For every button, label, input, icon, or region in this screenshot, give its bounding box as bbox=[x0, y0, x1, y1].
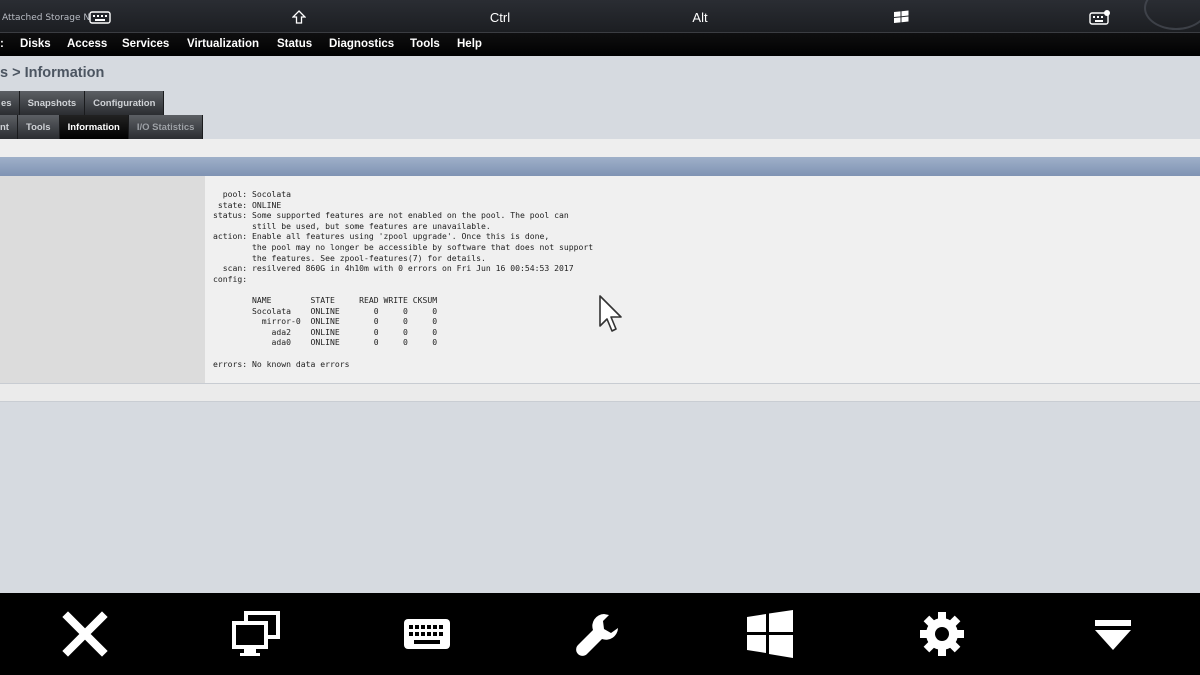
panel-label-column bbox=[0, 176, 205, 383]
tab-partial-es[interactable]: es bbox=[0, 91, 20, 115]
menu-item-help[interactable]: Help bbox=[457, 38, 482, 50]
shift-icon[interactable] bbox=[288, 6, 310, 28]
ctrl-key-button[interactable]: Ctrl bbox=[480, 6, 520, 28]
tab-information[interactable]: Information bbox=[59, 115, 129, 139]
section-separator bbox=[0, 139, 1200, 157]
remote-bottom-toolbar bbox=[0, 593, 1200, 675]
mouse-cursor-icon bbox=[598, 294, 624, 338]
tab-configuration[interactable]: Configuration bbox=[85, 91, 165, 115]
brand-text: Attached Storage N bbox=[2, 13, 91, 23]
menu-item-status[interactable]: Status bbox=[277, 38, 312, 50]
alt-key-button[interactable]: Alt bbox=[680, 6, 720, 28]
tab-tools[interactable]: Tools bbox=[17, 115, 60, 139]
main-menu: : Disks Access Services Virtualization S… bbox=[0, 32, 1200, 57]
keyboard-icon[interactable] bbox=[402, 609, 452, 659]
windows-icon[interactable] bbox=[890, 6, 912, 28]
tab-row-primary: es Snapshots Configuration bbox=[0, 91, 165, 115]
menu-item-diagnostics[interactable]: Diagnostics bbox=[329, 38, 394, 50]
decorative-ring bbox=[1144, 0, 1200, 30]
menu-item-partial[interactable]: : bbox=[0, 38, 4, 50]
collapse-icon[interactable] bbox=[1088, 609, 1138, 659]
remote-top-bar: Attached Storage N Ctrl Alt bbox=[0, 0, 1200, 32]
keyboard-icon[interactable] bbox=[88, 6, 112, 28]
keyboard-settings-icon[interactable] bbox=[1088, 6, 1112, 28]
menu-item-disks[interactable]: Disks bbox=[20, 38, 51, 50]
monitors-icon[interactable] bbox=[231, 609, 281, 659]
menu-item-tools[interactable]: Tools bbox=[410, 38, 440, 50]
menu-item-virtualization[interactable]: Virtualization bbox=[187, 38, 259, 50]
tab-snapshots[interactable]: Snapshots bbox=[19, 91, 86, 115]
close-icon[interactable] bbox=[60, 609, 110, 659]
wrench-icon[interactable] bbox=[573, 609, 623, 659]
section-header-bar bbox=[0, 157, 1200, 176]
tab-partial-nt[interactable]: nt bbox=[0, 115, 18, 139]
panel-footer-strip bbox=[0, 384, 1200, 402]
tab-io-statistics[interactable]: I/O Statistics bbox=[128, 115, 204, 139]
tab-row-secondary: nt Tools Information I/O Statistics bbox=[0, 115, 204, 139]
page-title: s > Information bbox=[0, 65, 105, 81]
zpool-info-panel: pool: Socolata state: ONLINE status: Som… bbox=[0, 176, 1200, 383]
zpool-status-output: pool: Socolata state: ONLINE status: Som… bbox=[213, 189, 594, 369]
menu-item-access[interactable]: Access bbox=[67, 38, 107, 50]
menu-item-services[interactable]: Services bbox=[122, 38, 169, 50]
gear-icon[interactable] bbox=[917, 609, 967, 659]
windows-icon[interactable] bbox=[745, 609, 795, 659]
